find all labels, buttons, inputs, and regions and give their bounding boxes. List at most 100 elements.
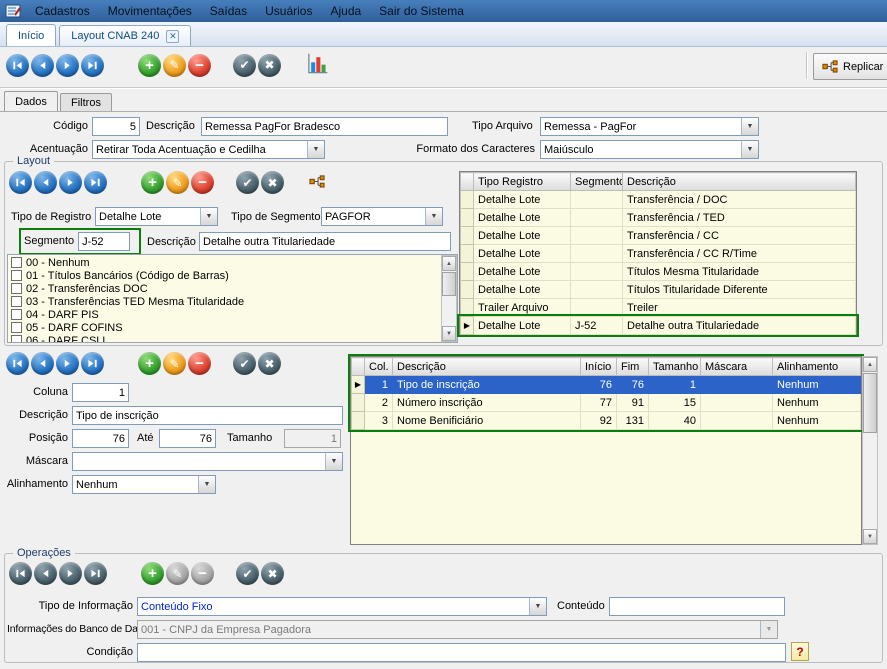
list-item[interactable]: 05 - DARF COFINS xyxy=(9,321,439,334)
chevron-down-icon[interactable]: ▼ xyxy=(425,208,442,225)
columns-grid[interactable]: Col. Descrição Início Fim Tamanho Máscar… xyxy=(350,356,862,545)
columns-confirm-button[interactable]: ✔ xyxy=(233,352,256,375)
col-header-alinhamento[interactable]: Alinhamento xyxy=(773,358,861,376)
table-row[interactable]: 3 Nome Benificiário 92 131 40 Nenhum xyxy=(352,412,861,430)
col-header-descricao[interactable]: Descrição xyxy=(623,173,856,191)
layout-nav-prev-button[interactable] xyxy=(34,171,57,194)
col-header-fim[interactable]: Fim xyxy=(617,358,649,376)
formato-caracteres-select[interactable]: Maiúsculo ▼ xyxy=(540,140,759,159)
menu-movimentacoes[interactable]: Movimentações xyxy=(99,0,201,22)
checkbox-icon[interactable] xyxy=(11,309,22,320)
table-row-selected[interactable]: ▶ 1 Tipo de inscrição 76 76 1 Nenhum xyxy=(352,376,861,394)
nav-prev-button[interactable] xyxy=(31,54,54,77)
checkbox-icon[interactable] xyxy=(11,257,22,268)
operacoes-cancel-button[interactable]: ✖ xyxy=(261,562,284,585)
tipo-informacao-select[interactable]: Conteúdo Fixo ▼ xyxy=(137,597,547,616)
columns-descricao-input[interactable] xyxy=(72,406,343,425)
layout-nav-next-button[interactable] xyxy=(59,171,82,194)
checkbox-icon[interactable] xyxy=(11,335,22,343)
checkbox-icon[interactable] xyxy=(11,322,22,333)
tipo-segmento-select[interactable]: PAGFOR ▼ xyxy=(321,207,443,226)
ate-input[interactable] xyxy=(159,429,216,448)
columns-delete-button[interactable]: − xyxy=(188,352,211,375)
tipo-servico-checklist[interactable]: 00 - Nenhum 01 - Títulos Bancários (Códi… xyxy=(7,254,458,343)
col-header-mascara[interactable]: Máscara xyxy=(701,358,773,376)
tab-dados[interactable]: Dados xyxy=(4,91,58,111)
checkbox-icon[interactable] xyxy=(11,296,22,307)
scroll-down-icon[interactable]: ▼ xyxy=(442,326,456,341)
condicao-input[interactable] xyxy=(137,643,786,662)
posicao-input[interactable] xyxy=(72,429,129,448)
layout-cancel-button[interactable]: ✖ xyxy=(261,171,284,194)
conteudo-input[interactable] xyxy=(609,597,785,616)
delete-button[interactable]: − xyxy=(188,54,211,77)
chevron-down-icon[interactable]: ▼ xyxy=(325,453,342,470)
columns-cancel-button[interactable]: ✖ xyxy=(258,352,281,375)
replicar-button[interactable]: Replicar xyxy=(813,53,887,80)
tab-filtros[interactable]: Filtros xyxy=(60,93,112,111)
table-row[interactable]: 2 Número inscrição 77 91 15 Nenhum xyxy=(352,394,861,412)
cancel-button[interactable]: ✖ xyxy=(258,54,281,77)
acentuacao-select[interactable]: Retirar Toda Acentuação e Cedilha ▼ xyxy=(92,140,325,159)
chevron-down-icon[interactable]: ▼ xyxy=(198,476,215,493)
menu-cadastros[interactable]: Cadastros xyxy=(26,0,99,22)
scroll-down-icon[interactable]: ▼ xyxy=(863,529,877,544)
confirm-button[interactable]: ✔ xyxy=(233,54,256,77)
columns-add-button[interactable]: + xyxy=(138,352,161,375)
col-header-tamanho[interactable]: Tamanho xyxy=(649,358,701,376)
table-row[interactable]: Detalhe LoteTransferência / CC xyxy=(461,227,856,245)
nav-last-button[interactable] xyxy=(81,54,104,77)
chart-button[interactable] xyxy=(305,51,330,79)
layout-confirm-button[interactable]: ✔ xyxy=(236,171,259,194)
columns-edit-button[interactable]: ✎ xyxy=(163,352,186,375)
checklist-scrollbar[interactable]: ▲ ▼ xyxy=(441,255,457,342)
list-item[interactable]: 02 - Transferências DOC xyxy=(9,282,439,295)
tipo-arquivo-select[interactable]: Remessa - PagFor ▼ xyxy=(540,117,759,136)
chevron-down-icon[interactable]: ▼ xyxy=(200,208,217,225)
columns-nav-next-button[interactable] xyxy=(56,352,79,375)
columns-nav-first-button[interactable] xyxy=(6,352,29,375)
col-header-segmento[interactable]: Segmento xyxy=(571,173,623,191)
chevron-down-icon[interactable]: ▼ xyxy=(741,118,758,135)
tab-layout-cnab-240[interactable]: Layout CNAB 240 ✕ xyxy=(59,25,191,46)
add-button[interactable]: + xyxy=(138,54,161,77)
list-item[interactable]: 03 - Transferências TED Mesma Titularida… xyxy=(9,295,439,308)
coluna-input[interactable] xyxy=(72,383,129,402)
alinhamento-select[interactable]: Nenhum ▼ xyxy=(72,475,216,494)
checkbox-icon[interactable] xyxy=(11,270,22,281)
menu-usuarios[interactable]: Usuários xyxy=(256,0,321,22)
col-header-inicio[interactable]: Início xyxy=(581,358,617,376)
table-row[interactable]: Detalhe LoteTransferência / TED xyxy=(461,209,856,227)
nav-first-button[interactable] xyxy=(6,54,29,77)
codigo-input[interactable] xyxy=(92,117,140,136)
segmento-input[interactable] xyxy=(78,232,130,251)
tipo-registro-select[interactable]: Detalhe Lote ▼ xyxy=(95,207,218,226)
menu-saidas[interactable]: Saídas xyxy=(201,0,256,22)
chevron-down-icon[interactable]: ▼ xyxy=(741,141,758,158)
scroll-thumb[interactable] xyxy=(863,373,877,433)
list-item[interactable]: 01 - Títulos Bancários (Código de Barras… xyxy=(9,269,439,282)
operacoes-add-button[interactable]: + xyxy=(141,562,164,585)
columns-nav-last-button[interactable] xyxy=(81,352,104,375)
layout-nav-first-button[interactable] xyxy=(9,171,32,194)
mascara-select[interactable]: ▼ xyxy=(72,452,343,471)
table-row[interactable]: Trailer ArquivoTreiler xyxy=(461,299,856,317)
scroll-thumb[interactable] xyxy=(442,272,456,296)
chevron-down-icon[interactable]: ▼ xyxy=(307,141,324,158)
table-row[interactable]: Detalhe LoteTransferência / DOC xyxy=(461,191,856,209)
table-row[interactable]: Detalhe LoteTítulos Mesma Titularidade xyxy=(461,263,856,281)
table-row[interactable]: Detalhe LoteTítulos Titularidade Diferen… xyxy=(461,281,856,299)
col-header-col[interactable]: Col. xyxy=(365,358,393,376)
chevron-down-icon[interactable]: ▼ xyxy=(529,598,546,615)
columns-nav-prev-button[interactable] xyxy=(31,352,54,375)
layout-delete-button[interactable]: − xyxy=(191,171,214,194)
operacoes-confirm-button[interactable]: ✔ xyxy=(236,562,259,585)
list-item[interactable]: 00 - Nenhum xyxy=(9,256,439,269)
list-item[interactable]: 06 - DARF CSLL xyxy=(9,334,439,343)
menu-ajuda[interactable]: Ajuda xyxy=(321,0,370,22)
list-item[interactable]: 04 - DARF PIS xyxy=(9,308,439,321)
menu-sair-do-sistema[interactable]: Sair do Sistema xyxy=(370,0,473,22)
checkbox-icon[interactable] xyxy=(11,283,22,294)
table-row[interactable]: Detalhe LoteTransferência / CC R/Time xyxy=(461,245,856,263)
nav-next-button[interactable] xyxy=(56,54,79,77)
